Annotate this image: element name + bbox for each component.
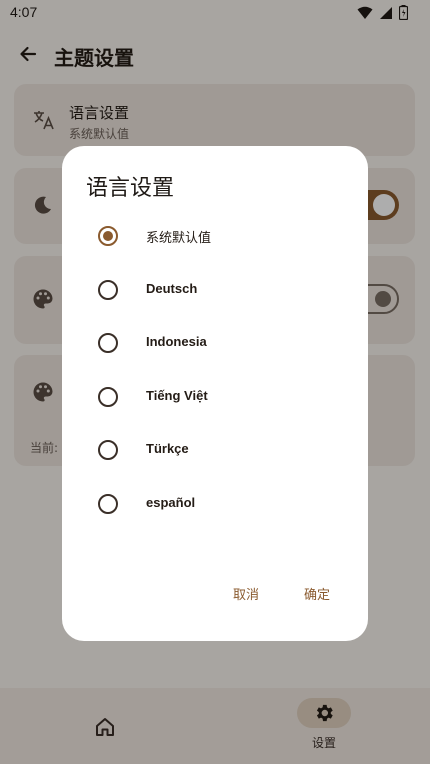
language-option-label: 系统默认值	[146, 231, 212, 246]
language-dialog: 语言设置 系统默认值 Deutsch Indonesia Tiếng Việt …	[62, 146, 368, 641]
language-option[interactable]: español	[62, 480, 368, 530]
cancel-button[interactable]: 取消	[233, 584, 259, 603]
language-option-label: Indonesia	[146, 334, 207, 349]
radio-button-checked[interactable]	[98, 226, 118, 246]
language-option-label: Tiếng Việt	[146, 388, 208, 403]
language-option[interactable]: Indonesia	[62, 319, 368, 369]
language-option[interactable]: Deutsch	[62, 266, 368, 316]
radio-button[interactable]	[98, 440, 118, 460]
language-option-label: español	[146, 495, 196, 510]
language-option[interactable]: Türkçe	[62, 426, 368, 476]
radio-button[interactable]	[98, 494, 118, 514]
language-option[interactable]: Tiếng Việt	[62, 373, 368, 423]
language-option[interactable]: 系统默认值	[62, 212, 368, 262]
language-option-label: Deutsch	[146, 281, 198, 296]
radio-button[interactable]	[98, 280, 118, 300]
radio-button[interactable]	[98, 333, 118, 353]
confirm-button[interactable]: 确定	[304, 584, 330, 603]
language-option-label: Türkçe	[146, 441, 189, 456]
dialog-title: 语言设置	[86, 176, 175, 201]
radio-button[interactable]	[98, 387, 118, 407]
